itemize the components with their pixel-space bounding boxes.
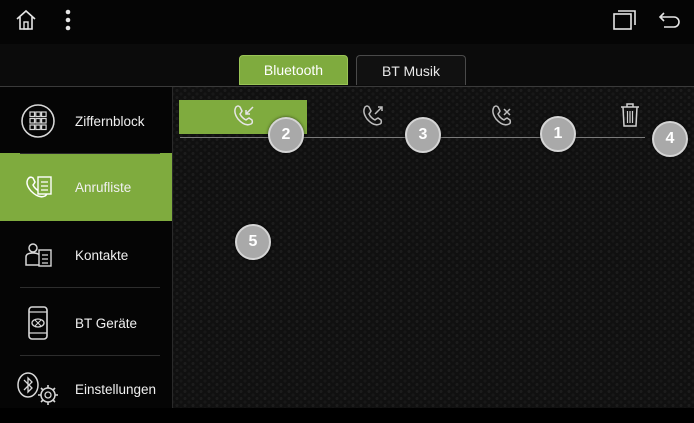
divider xyxy=(20,287,160,288)
top-bar xyxy=(0,0,694,44)
bt-device-icon xyxy=(18,303,58,343)
sidebar-item-label: BT Geräte xyxy=(75,315,138,331)
bt-settings-icon xyxy=(12,369,58,409)
sidebar-item-einstellungen[interactable]: Einstellungen xyxy=(0,355,172,423)
outgoing-call-icon xyxy=(358,101,386,134)
tab-bar: Bluetooth BT Musik xyxy=(0,44,694,87)
home-icon[interactable] xyxy=(14,8,38,37)
tab-bt-musik[interactable]: BT Musik xyxy=(356,55,466,85)
callout-badge-4: 4 xyxy=(652,121,688,157)
call-log-icon xyxy=(18,167,58,207)
callout-badge-1: 1 xyxy=(540,116,576,152)
callout-badge-5: 5 xyxy=(235,224,271,260)
callout-badge-3: 3 xyxy=(405,117,441,153)
callout-badge-2: 2 xyxy=(268,117,304,153)
keypad-icon xyxy=(18,101,58,141)
delete-button[interactable] xyxy=(612,100,648,134)
trash-icon xyxy=(618,101,642,134)
divider xyxy=(20,355,160,356)
tab-bluetooth[interactable]: Bluetooth xyxy=(239,55,348,85)
more-menu-icon[interactable] xyxy=(64,8,72,37)
sidebar: Ziffernblock Anrufliste Kontakte BT Gerä… xyxy=(0,87,173,408)
contacts-icon xyxy=(18,235,58,275)
missed-calls-button[interactable] xyxy=(481,100,521,134)
sidebar-item-label: Ziffernblock xyxy=(75,113,145,129)
sidebar-item-label: Anrufliste xyxy=(75,179,132,195)
sidebar-item-ziffernblock[interactable]: Ziffernblock xyxy=(0,87,172,155)
sidebar-item-anrufliste[interactable]: Anrufliste xyxy=(0,153,172,221)
outgoing-calls-button[interactable] xyxy=(352,100,392,134)
incoming-call-icon xyxy=(229,101,257,134)
recent-apps-icon[interactable] xyxy=(612,8,638,37)
sidebar-item-label: Einstellungen xyxy=(75,381,157,397)
back-icon[interactable] xyxy=(656,8,682,37)
divider xyxy=(20,153,160,154)
sidebar-item-bt-geraete[interactable]: BT Geräte xyxy=(0,289,172,357)
sidebar-item-label: Kontakte xyxy=(75,247,129,263)
sidebar-item-kontakte[interactable]: Kontakte xyxy=(0,221,172,289)
missed-call-icon xyxy=(487,101,515,134)
